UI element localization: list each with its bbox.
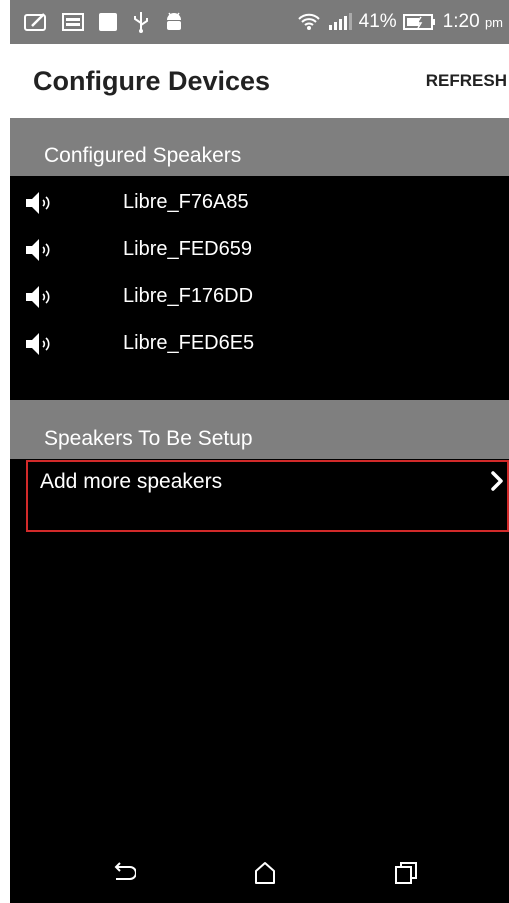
status-bar: 41% 1:20 pm [10, 0, 509, 44]
android-icon [164, 11, 184, 33]
speaker-item-libre-f76a85[interactable]: Libre_F76A85 [10, 182, 509, 222]
home-icon[interactable] [253, 860, 277, 891]
notification-icons [10, 11, 184, 33]
clock-time: 1:20 [442, 11, 480, 32]
speaker-icon [24, 237, 58, 268]
battery-percent: 41% [358, 11, 397, 32]
speaker-name: Libre_FED659 [123, 237, 252, 260]
page-title: Configure Devices [33, 65, 271, 96]
recent-apps-icon[interactable] [393, 860, 419, 891]
configured-speakers-label: Configured Speakers [44, 144, 242, 167]
screen: 41% 1:20 pm Configure Devices REFRESH Co… [10, 0, 509, 903]
speaker-name: Libre_FED6E5 [123, 331, 255, 354]
wifi-icon [297, 11, 321, 33]
system-icons: 41% 1:20 pm [297, 11, 509, 33]
speakers-to-setup-label: Speakers To Be Setup [44, 426, 253, 450]
battery-icon [402, 13, 437, 31]
clock-suffix: pm [484, 15, 503, 30]
add-more-speakers-button[interactable]: Add more speakers [26, 460, 509, 532]
speaker-name: Libre_F176DD [123, 284, 254, 307]
navigation-bar [10, 846, 509, 903]
clock: 1:20 pm [443, 11, 503, 33]
image-icon [62, 12, 84, 32]
configured-speaker-list: Libre_F76A85 Libre_FED659 Libre_F176DD L… [10, 176, 509, 400]
speaker-item-libre-fed659[interactable]: Libre_FED659 [10, 229, 509, 269]
square-icon [98, 12, 118, 32]
speaker-item-libre-fed6e5[interactable]: Libre_FED6E5 [10, 323, 509, 363]
add-more-speakers-label: Add more speakers [40, 470, 223, 493]
speaker-icon [24, 284, 58, 315]
edit-icon [24, 12, 48, 32]
configured-speakers-header: Configured Speakers [10, 118, 509, 176]
chevron-right-icon [489, 470, 505, 497]
speaker-item-libre-f176dd[interactable]: Libre_F176DD [10, 276, 509, 316]
app-bar: Configure Devices REFRESH [10, 44, 509, 118]
speaker-icon [24, 331, 58, 362]
refresh-button[interactable]: REFRESH [426, 71, 509, 91]
speaker-icon [24, 190, 58, 221]
signal-icon [327, 13, 353, 31]
speaker-name: Libre_F76A85 [123, 190, 249, 213]
back-icon[interactable] [110, 860, 137, 891]
speakers-to-setup-header: Speakers To Be Setup [10, 400, 509, 459]
usb-icon [132, 11, 150, 33]
